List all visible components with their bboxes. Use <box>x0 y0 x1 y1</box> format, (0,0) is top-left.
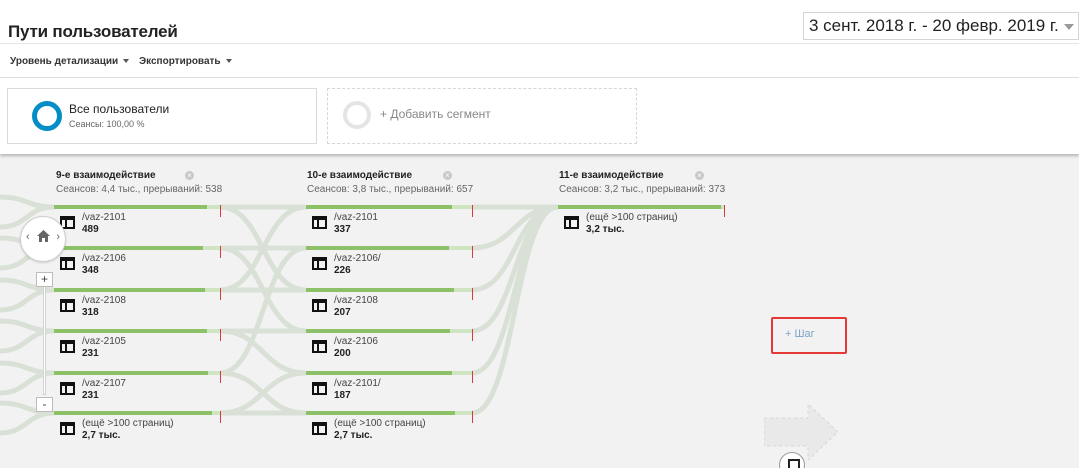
flow-node[interactable]: /vaz-2101 337 <box>306 205 474 243</box>
flow-node[interactable]: /vaz-2106/ 226 <box>306 246 474 284</box>
node-count: 231 <box>82 348 99 359</box>
empty-segment-ring-icon <box>343 101 371 129</box>
flow-node[interactable]: (ещё >100 страниц) 2,7 тыс. <box>54 411 222 449</box>
node-count: 231 <box>82 390 99 401</box>
node-label: /vaz-2106 <box>82 253 126 264</box>
page-icon <box>60 422 75 435</box>
node-count: 2,7 тыс. <box>82 430 121 441</box>
column-title: 11-е взаимодействие <box>559 170 664 181</box>
segment-name: Все пользователи <box>69 102 170 116</box>
node-label: /vaz-2108 <box>82 295 126 306</box>
segment-bar: Все пользователи Сеансы: 100,00 % + Доба… <box>0 78 1079 154</box>
flow-node[interactable]: /vaz-2106 200 <box>306 329 474 367</box>
node-label: (ещё >100 страниц) <box>82 418 174 429</box>
zoom-out-button[interactable]: - <box>36 397 53 412</box>
chevron-down-icon <box>225 59 232 64</box>
page-icon <box>60 382 75 395</box>
node-label: /vaz-2101/ <box>334 378 381 389</box>
column-title: 9-е взаимодействие <box>56 170 156 181</box>
pan-right-icon[interactable]: › <box>56 231 60 243</box>
home-icon[interactable] <box>36 229 51 243</box>
flow-node[interactable]: /vaz-2108 318 <box>54 288 222 326</box>
pan-control[interactable]: ‹ › <box>20 216 66 262</box>
page-icon <box>564 216 579 229</box>
zoom-slider-track[interactable] <box>43 285 46 395</box>
segment-ring-icon <box>32 101 62 131</box>
export-button[interactable]: Экспортировать <box>139 56 232 67</box>
page-icon <box>60 340 75 353</box>
node-label: /vaz-2101 <box>82 212 126 223</box>
node-count: 348 <box>82 265 99 276</box>
segment-all-users[interactable]: Все пользователи Сеансы: 100,00 % <box>7 88 317 144</box>
node-label: /vaz-2107 <box>82 378 126 389</box>
page-icon <box>60 257 75 270</box>
zoom-in-button[interactable]: + <box>36 272 53 287</box>
chevron-down-icon <box>1064 24 1074 30</box>
page-title: Пути пользователей <box>8 22 178 41</box>
date-range-label: 3 сент. 2018 г. - 20 февр. 2019 г. <box>809 16 1059 35</box>
add-step-button[interactable]: + Шаг <box>785 328 815 340</box>
column-stats: Сеансов: 3,2 тыс., прерываний: 373 <box>559 184 726 195</box>
column-stats: Сеансов: 3,8 тыс., прерываний: 657 <box>307 184 474 195</box>
node-count: 318 <box>82 307 99 318</box>
flow-node[interactable]: (ещё >100 страниц) 2,7 тыс. <box>306 411 474 449</box>
node-label: /vaz-2106 <box>334 336 378 347</box>
page-icon <box>312 299 327 312</box>
flow-node[interactable]: /vaz-2106 348 <box>54 246 222 284</box>
column-title: 10-е взаимодействие <box>307 170 413 181</box>
flow-node[interactable]: /vaz-2107 231 <box>54 371 222 409</box>
node-label: (ещё >100 страниц) <box>586 212 678 223</box>
node-label: /vaz-2108 <box>334 295 378 306</box>
page-icon <box>60 299 75 312</box>
node-label: (ещё >100 страниц) <box>334 418 426 429</box>
node-count: 2,7 тыс. <box>334 430 373 441</box>
add-segment-button[interactable]: + Добавить сегмент <box>327 88 637 144</box>
date-range-picker[interactable]: 3 сент. 2018 г. - 20 февр. 2019 г. <box>803 12 1079 40</box>
close-icon[interactable]: × <box>443 171 452 180</box>
pan-left-icon[interactable]: ‹ <box>26 231 30 243</box>
segment-sessions: Сеансы: 100,00 % <box>69 119 145 129</box>
page-icon <box>312 422 327 435</box>
chevron-down-icon <box>123 59 130 64</box>
close-icon[interactable]: × <box>695 171 704 180</box>
node-count: 489 <box>82 224 99 235</box>
flow-canvas[interactable]: 9-е взаимодействие × Сеансов: 4,4 тыс., … <box>0 154 1079 468</box>
node-label: /vaz-2101 <box>334 212 378 223</box>
add-segment-label: + Добавить сегмент <box>380 107 491 121</box>
node-count: 207 <box>334 307 351 318</box>
node-count: 226 <box>334 265 351 276</box>
node-count: 200 <box>334 348 351 359</box>
close-icon[interactable]: × <box>185 171 194 180</box>
node-label: /vaz-2105 <box>82 336 126 347</box>
detail-level-button[interactable]: Уровень детализации <box>10 56 130 67</box>
report-toolbar: Уровень детализации Экспортировать <box>0 44 1079 78</box>
flow-node[interactable]: (ещё >100 страниц) 3,2 тыс. <box>558 205 726 243</box>
page-icon <box>312 257 327 270</box>
detail-level-label: Уровень детализации <box>10 56 119 67</box>
flow-node[interactable]: /vaz-2101 489 <box>54 205 222 243</box>
flow-node[interactable]: /vaz-2105 231 <box>54 329 222 367</box>
node-count: 187 <box>334 390 351 401</box>
flow-node[interactable]: /vaz-2108 207 <box>306 288 474 326</box>
page-icon <box>312 382 327 395</box>
page-icon <box>312 216 327 229</box>
step-arrow-icon <box>764 404 838 460</box>
node-count: 337 <box>334 224 351 235</box>
export-label: Экспортировать <box>139 56 221 67</box>
node-label: /vaz-2106/ <box>334 253 381 264</box>
node-count: 3,2 тыс. <box>586 224 625 235</box>
header-bar: Пути пользователей 3 сент. 2018 г. - 20 … <box>0 0 1079 44</box>
flow-node[interactable]: /vaz-2101/ 187 <box>306 371 474 409</box>
page-icon <box>312 340 327 353</box>
column-stats: Сеансов: 4,4 тыс., прерываний: 538 <box>56 184 223 195</box>
